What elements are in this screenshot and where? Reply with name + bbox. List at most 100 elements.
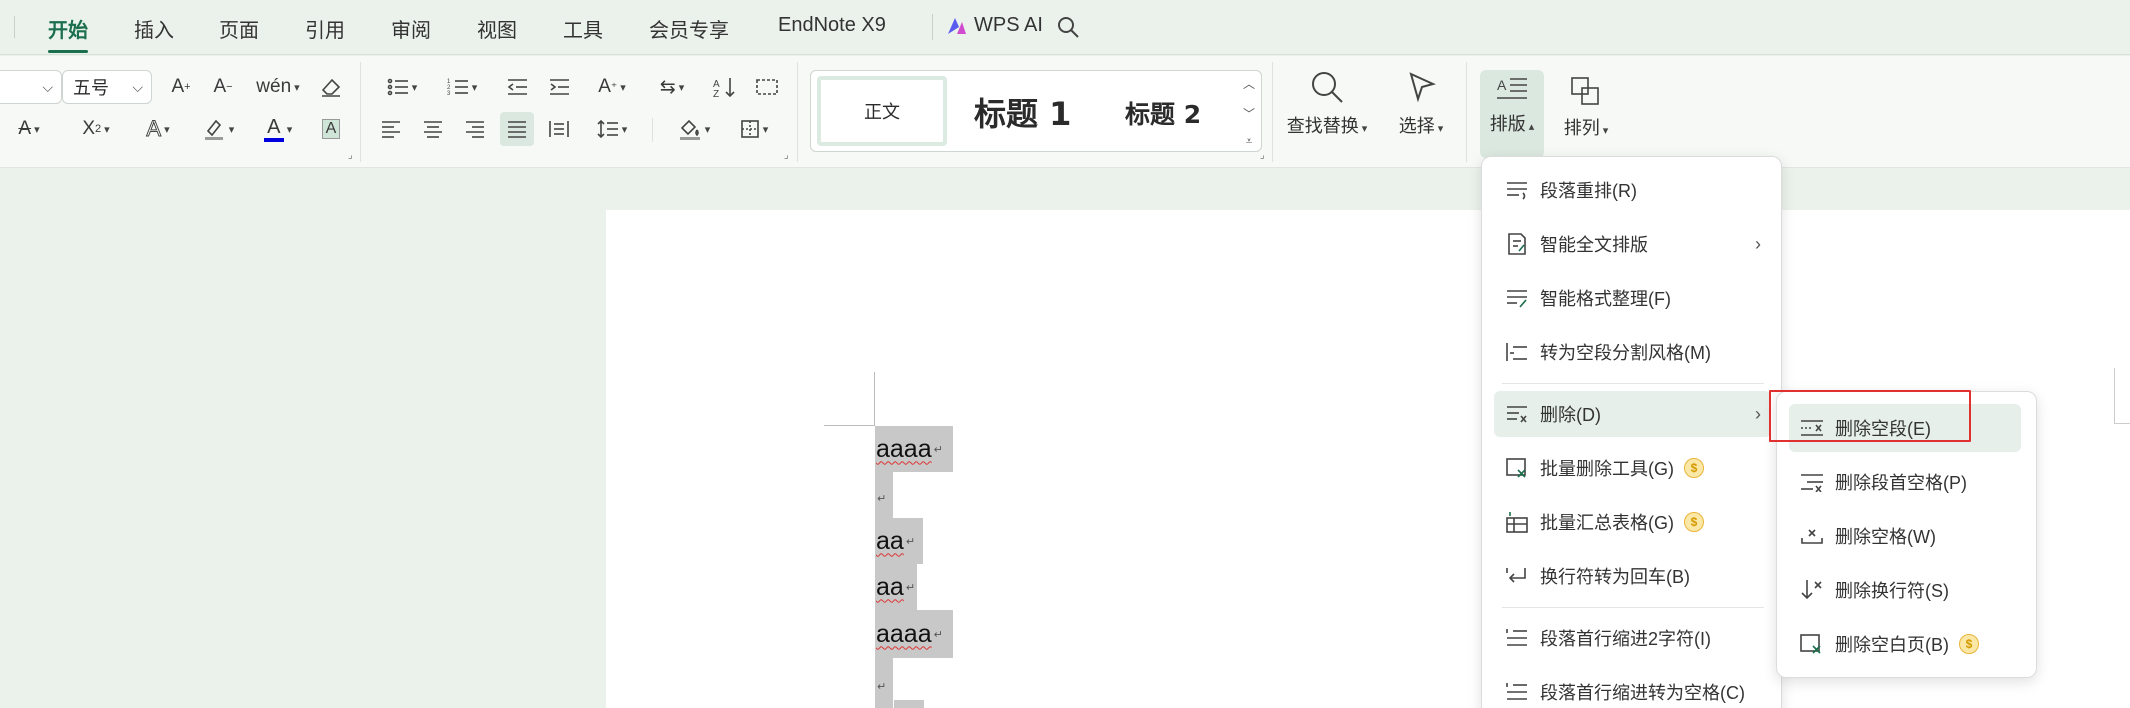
menu-item-paragraph-reflow[interactable]: 段落重排(R)	[1494, 167, 1771, 213]
phonetic-guide-icon[interactable]: wén ▾	[254, 72, 302, 102]
text-effect-icon[interactable]: A ▾	[134, 114, 182, 144]
chevron-up-icon[interactable]: ︿	[1243, 75, 1255, 92]
wps-ai-button[interactable]: WPS AI	[946, 14, 1043, 37]
submenu-item-delete-space[interactable]: 删除空格(W)	[1789, 512, 2021, 560]
menu-item-label: 换行符转为回车(B)	[1540, 567, 1690, 587]
chevron-right-icon: ›	[1755, 233, 1761, 254]
annotation-highlight-box	[1769, 390, 1971, 442]
decrease-font-icon[interactable]: A −	[208, 72, 238, 102]
wps-ai-icon	[948, 17, 966, 34]
bullet-list-icon[interactable]: ▾	[380, 72, 424, 102]
find-replace-button[interactable]: 查找替换 ▾	[1282, 70, 1372, 158]
chevron-right-icon: ›	[1755, 403, 1761, 424]
vip-badge-icon: $	[1684, 512, 1704, 532]
line-text: aaaa	[876, 619, 932, 648]
sort-icon[interactable]: AZ	[710, 72, 740, 102]
menu-item-indent-to-space[interactable]: 段落首行缩进转为空格(C)	[1494, 669, 1771, 708]
tab-view[interactable]: 视图	[477, 14, 517, 43]
paragraph-mark-icon: ↵	[877, 493, 887, 505]
show-hide-marks-icon[interactable]	[752, 72, 782, 102]
tab-insert[interactable]: 插入	[134, 14, 174, 43]
increase-indent-icon[interactable]	[544, 72, 574, 102]
menu-item-label: 批量删除工具(G)	[1540, 459, 1674, 479]
tab-references[interactable]: 引用	[305, 14, 345, 43]
divider	[1466, 62, 1467, 162]
character-spacing-icon[interactable]: A ⁺ ▾	[590, 72, 634, 102]
paragraph-dialog-launcher-icon[interactable]: ⌟	[784, 150, 789, 161]
style-normal[interactable]: 正文	[817, 76, 947, 146]
select-button[interactable]: 选择 ▾	[1384, 70, 1458, 158]
layout-dropdown-menu: 段落重排(R) 智能全文排版 › 智能格式整理(F) 转为空段分割风格(M) 删…	[1481, 156, 1782, 708]
menu-item-label: 删除(D)	[1540, 405, 1601, 425]
tab-review[interactable]: 审阅	[391, 14, 431, 43]
menu-item-linebreak-to-enter[interactable]: 换行符转为回车(B)	[1494, 553, 1771, 599]
document-line[interactable]: aaaa ↵	[875, 610, 953, 658]
distributed-align-icon[interactable]	[544, 114, 574, 144]
crop-mark	[824, 425, 874, 426]
menu-bar: 开始 插入 页面 引用 审阅 视图 工具 会员专享 EndNote X9 WPS…	[0, 0, 2130, 55]
submenu-item-label: 删除空格(W)	[1835, 527, 1936, 547]
menu-item-blank-split[interactable]: 转为空段分割风格(M)	[1494, 329, 1771, 375]
submenu-item-delete-linebreak[interactable]: 删除换行符(S)	[1789, 566, 2021, 614]
expand-gallery-icon[interactable]: ⩡	[1246, 134, 1253, 149]
document-empty-line[interactable]: ↵	[875, 658, 893, 708]
divider	[797, 62, 798, 162]
divider	[932, 14, 933, 40]
text-direction-icon[interactable]: ⇆ ▾	[650, 72, 694, 102]
font-name-select[interactable]: ⌵	[0, 70, 62, 104]
align-left-icon[interactable]	[376, 114, 406, 144]
highlight-icon[interactable]: ▾	[194, 114, 242, 144]
menu-item-smart-layout[interactable]: 智能全文排版 ›	[1494, 221, 1771, 267]
strikethrough-icon[interactable]: A ▾	[0, 114, 58, 144]
menu-item-label: 智能格式整理(F)	[1540, 289, 1671, 309]
style-heading-2[interactable]: 标题 2	[1125, 95, 1201, 131]
styles-dialog-launcher-icon[interactable]: ⌟	[1260, 150, 1265, 161]
menu-item-batch-delete[interactable]: 批量删除工具(G) $	[1494, 445, 1771, 491]
align-justify-icon[interactable]	[500, 112, 534, 146]
borders-icon[interactable]: ▾	[732, 114, 776, 144]
line-spacing-icon[interactable]: ▾	[590, 114, 634, 144]
layout-button[interactable]: A 排版 ▴	[1480, 70, 1544, 158]
arrange-icon	[1571, 77, 1599, 105]
align-center-icon[interactable]	[418, 114, 448, 144]
chevron-down-icon[interactable]: ﹀	[1243, 105, 1255, 122]
numbered-list-icon[interactable]: 1 2 3 ▾	[440, 72, 484, 102]
blank-split-icon	[1502, 337, 1532, 367]
search-icon[interactable]	[1056, 15, 1080, 39]
tab-endnote[interactable]: EndNote X9	[778, 14, 886, 37]
decrease-indent-icon[interactable]	[502, 72, 532, 102]
align-right-icon[interactable]	[460, 114, 490, 144]
delete-space-icon	[1797, 521, 1827, 551]
divider	[14, 16, 15, 38]
shading-icon[interactable]: ▾	[672, 114, 716, 144]
arrange-button[interactable]: 排列 ▾	[1554, 70, 1618, 158]
tab-home[interactable]: 开始	[48, 14, 88, 53]
delete-blank-page-icon	[1797, 629, 1827, 659]
tab-page[interactable]: 页面	[219, 14, 259, 43]
gallery-scroll[interactable]: ︿ ﹀ ⩡	[1241, 75, 1257, 149]
line-text: aa	[876, 526, 904, 555]
subscript-icon[interactable]: X 2 ▾	[72, 114, 120, 144]
menu-item-delete[interactable]: 删除(D) ›	[1494, 391, 1771, 437]
tab-member[interactable]: 会员专享	[649, 14, 729, 43]
font-size-select[interactable]: 五号 ⌵	[62, 70, 152, 104]
document-line[interactable]: aaaa ↵	[875, 426, 953, 472]
document-empty-line[interactable]: ↵	[875, 472, 893, 518]
batch-table-icon	[1502, 507, 1532, 537]
document-line[interactable]: aa ↵	[875, 518, 923, 564]
clear-format-icon[interactable]	[316, 72, 346, 102]
font-dialog-launcher-icon[interactable]: ⌟	[348, 150, 353, 161]
style-heading-1[interactable]: 标题 1	[974, 89, 1071, 135]
tab-tools[interactable]: 工具	[563, 14, 603, 43]
character-shading-icon[interactable]: A	[316, 114, 346, 144]
document-line[interactable]: aa ↵	[875, 564, 917, 610]
submenu-item-delete-leading-space[interactable]: 删除段首空格(P)	[1789, 458, 2021, 506]
wps-writer-window: 开始 插入 页面 引用 审阅 视图 工具 会员专享 EndNote X9 WPS…	[0, 0, 2130, 708]
increase-font-icon[interactable]: A +	[166, 72, 196, 102]
submenu-item-delete-blank-page[interactable]: 删除空白页(B) $	[1789, 620, 2021, 668]
menu-item-batch-table[interactable]: 批量汇总表格(G) $	[1494, 499, 1771, 545]
svg-text:3: 3	[447, 91, 451, 97]
font-color-icon[interactable]: A ▾	[254, 114, 302, 144]
menu-item-first-line-indent[interactable]: 段落首行缩进2字符(I)	[1494, 615, 1771, 661]
menu-item-smart-format[interactable]: 智能格式整理(F)	[1494, 275, 1771, 321]
